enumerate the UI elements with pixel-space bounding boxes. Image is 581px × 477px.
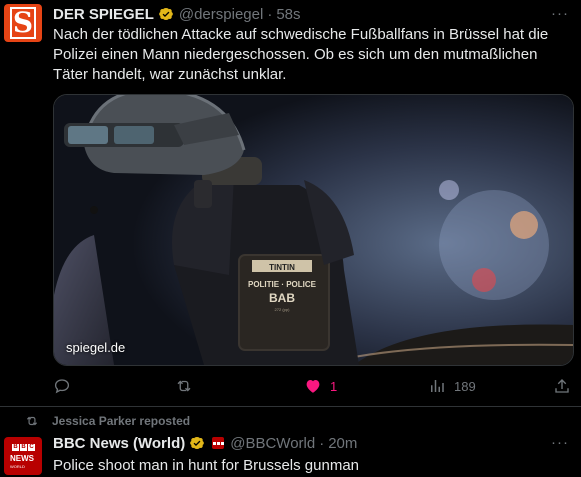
repost-indicator: Jessica Parker reposted [25, 414, 190, 428]
media-source-caption: spiegel.de [66, 340, 126, 355]
repost-icon [26, 416, 38, 426]
reply-icon [54, 379, 70, 394]
like-button[interactable]: 1 [304, 372, 337, 400]
heart-icon [306, 380, 320, 393]
reply-button[interactable] [53, 372, 71, 400]
tweet-text: Nach der tödlichen Attacke auf schwedisc… [53, 26, 549, 83]
share-icon [555, 379, 569, 393]
tweet-header: BBC News (World) @BBCWorld · 20m [53, 433, 357, 453]
repost-icon [177, 380, 191, 392]
reposted-by-label[interactable]: Jessica Parker reposted [52, 414, 190, 428]
repost-button[interactable] [175, 372, 193, 400]
bbc-logo-letter: B [12, 444, 19, 451]
separator-dot: · [319, 434, 325, 452]
view-count: 189 [454, 378, 476, 394]
bbc-logo-letter: B [20, 444, 27, 451]
bbc-world-label: WORLD [10, 464, 25, 469]
patch-tintin-label: TINTIN [269, 263, 295, 272]
bbc-news-label: NEWS [10, 454, 34, 463]
tweet-header: DER SPIEGEL @derspiegel · 58s [53, 4, 301, 24]
verified-badge-icon [190, 436, 205, 450]
police-officer-photo: TINTIN POLITIE · POLICE BAB 272 (pp) [54, 95, 573, 365]
separator-dot: · [267, 5, 273, 23]
avatar-bbcworld[interactable]: B B C NEWS WORLD [4, 437, 42, 475]
bbc-affiliate-badge-icon [212, 437, 225, 449]
views-icon [431, 380, 444, 392]
like-count: 1 [330, 378, 338, 394]
display-name[interactable]: DER SPIEGEL [53, 6, 154, 23]
avatar-derspiegel[interactable]: S [4, 4, 42, 42]
patch-unit-label: BAB [269, 291, 295, 305]
bbc-logo-letter: C [28, 444, 35, 451]
verified-badge-icon [159, 7, 173, 21]
patch-police-label: POLITIE · POLICE [248, 280, 317, 289]
tweet-derspiegel[interactable]: S DER SPIEGEL @derspiegel · 58s ··· Nach… [0, 0, 581, 407]
bbc-logo: B B C [12, 444, 35, 451]
handle[interactable]: @BBCWorld [230, 435, 315, 452]
timestamp[interactable]: 20m [328, 435, 357, 452]
tweet-actions: 1 189 [53, 372, 572, 400]
timestamp[interactable]: 58s [276, 6, 300, 23]
tweet-media-image[interactable]: TINTIN POLITIE · POLICE BAB 272 (pp) spi… [53, 94, 574, 366]
views-button[interactable]: 189 [428, 372, 476, 400]
spiegel-logo-letter: S [10, 7, 36, 39]
display-name[interactable]: BBC News (World) [53, 435, 185, 452]
tweet-text: Police shoot man in hunt for Brussels gu… [53, 457, 359, 474]
patch-number-label: 272 (pp) [275, 307, 291, 312]
more-options-icon[interactable]: ··· [551, 5, 569, 23]
handle[interactable]: @derspiegel [179, 6, 263, 23]
share-button[interactable] [553, 372, 571, 400]
more-options-icon[interactable]: ··· [551, 434, 569, 452]
